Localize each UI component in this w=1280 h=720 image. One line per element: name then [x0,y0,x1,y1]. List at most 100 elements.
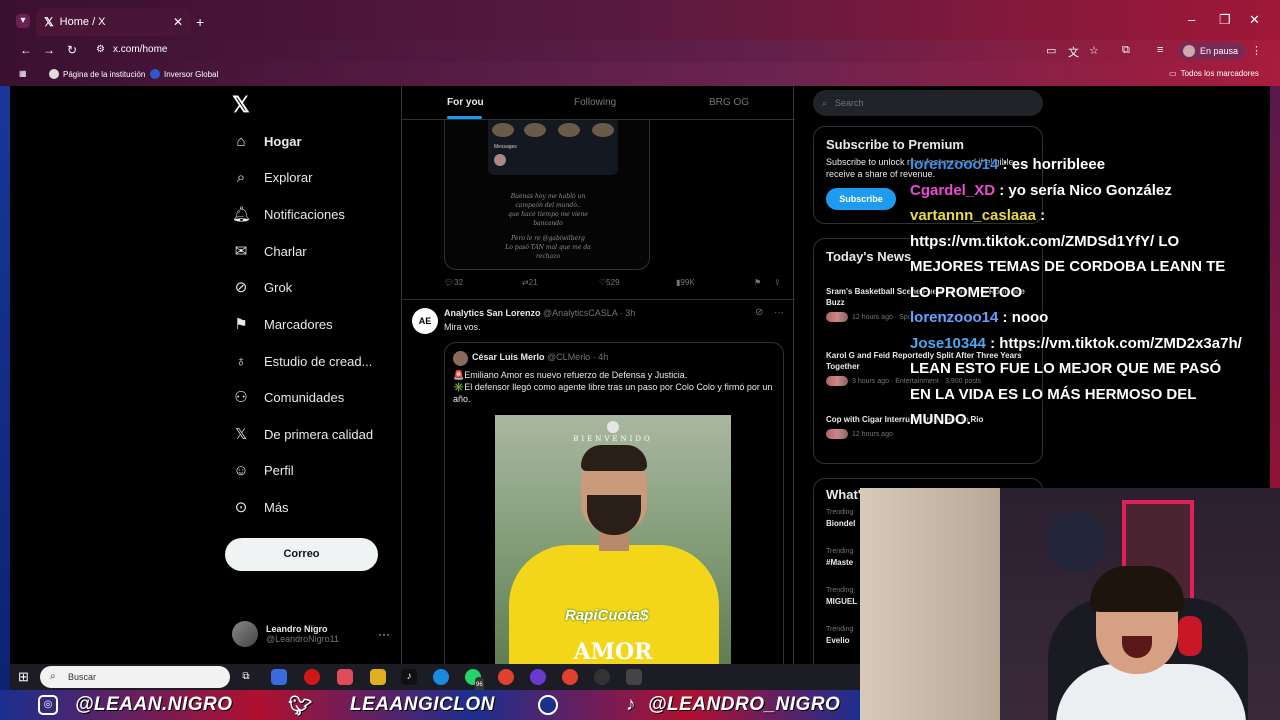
trend-item[interactable]: Trending Evelio [826,626,853,645]
media-icon[interactable]: ≡ [1157,44,1163,56]
address-bar[interactable]: x.com/home [113,44,167,55]
tab-following[interactable]: Following [574,97,616,108]
sidebar-item-communities[interactable]: ⚇ Comunidades [232,382,344,412]
chat-message: Cgardel_XD : yo sería Nico González [910,181,1172,199]
tweet-text: Mira vos. [444,322,481,332]
tab-for-you[interactable]: For you [447,97,484,108]
avatar [453,351,468,366]
bookmark-item[interactable]: Inversor Global [150,69,218,79]
windows-start-icon[interactable]: ⊞ [18,669,29,685]
taskbar-search-input[interactable]: ⌕ Buscar [40,666,230,688]
trend-item[interactable]: Trending #Maste [826,548,853,567]
maximize-button[interactable]: ❐ [1219,12,1231,28]
tweet-actions: 💬︎ 32 ⇄ 21 ♡ 529 ▮ 99K ⚑ ⇪ [444,278,784,292]
shirt-sponsor: RapiCuota$ [565,607,649,624]
instagram-icon: ◎ [38,695,58,715]
sidebar-item-grok[interactable]: ⊘ Grok [232,272,292,302]
player-name: AMOR [573,639,653,664]
sidebar-item-premium[interactable]: 𝕏 De primera calidad [232,419,373,449]
account-switcher[interactable]: Leandro Nigro @LeandroNigro11 ··· [232,621,390,647]
trend-item[interactable]: Trending Biondel [826,509,855,528]
apps-icon[interactable]: ▦ [19,69,27,78]
minimize-button[interactable]: – [1188,12,1195,27]
chrome-profile-icon[interactable] [530,669,546,685]
tiktok-icon[interactable]: ♪ [401,669,417,685]
x-logo-icon[interactable]: 𝕏 [232,92,250,118]
profile-button[interactable]: En pausa [1178,42,1247,60]
views-button[interactable]: ▮ 99K [676,278,695,287]
profile-avatar [1183,45,1195,57]
site-info-icon[interactable]: ⚙ [96,44,105,55]
instagram-handle: @LEAAN.NIGRO [75,694,233,715]
file-explorer-icon[interactable] [370,669,386,685]
bookmark-item[interactable]: Página de la institución [49,69,145,79]
translate-icon[interactable]: 文 [1068,44,1079,60]
post-button[interactable]: Correo [225,538,378,571]
sidebar-item-notifications[interactable]: 🔔︎ Notificaciones [232,199,345,229]
search-input[interactable]: ⌕ Search [813,90,1043,116]
communities-icon: ⚇ [234,389,248,406]
extensions-icon[interactable]: ⧉ [1122,44,1130,57]
avatar [826,429,848,439]
chrome-icon[interactable] [498,669,514,685]
bookmark-icon[interactable]: ⚑ [754,278,761,287]
stream-chat-overlay: lorenzooo14 : es horribleee Cgardel_XD :… [910,152,1245,433]
reply-button[interactable]: 💬︎ 32 [444,278,463,287]
quote-header: César Luis Merlo @CLMerlo · 4h [472,352,609,362]
all-bookmarks[interactable]: ▭ Todos los marcadores [1169,69,1259,78]
retweet-button[interactable]: ⇄ 21 [522,278,538,287]
timeline-tabs: For you Following BRG OG [402,86,795,120]
mail-icon: ✉ [234,243,248,260]
sidebar-item-more[interactable]: ⊙ Más [232,492,289,522]
sidebar-item-bookmarks[interactable]: ⚑ Marcadores [232,309,332,339]
grok-icon[interactable]: ⊘ [755,307,763,318]
sidebar-item-home[interactable]: ⌂ Hogar [232,126,301,156]
app-icon[interactable] [626,669,642,685]
avatar [232,621,258,647]
avatar[interactable]: AE [412,308,438,334]
close-tab-icon[interactable]: ✕ [173,15,183,29]
tweet-image[interactable]: Messages Buenas hoy me habló un campeón … [444,120,650,270]
player-poster-image[interactable]: BIENVENIDO RapiCuota$ AMOR [495,415,731,664]
cast-icon[interactable]: ▭ [1046,44,1056,57]
task-view-icon[interactable]: ⧉ [238,669,254,685]
avatar [826,376,848,386]
sidebar-item-creator-studio[interactable]: ♁ Estudio de cread... [232,346,372,376]
opera-icon[interactable] [304,669,320,685]
share-icon[interactable]: ⇪ [774,278,781,287]
subscribe-button[interactable]: Subscribe [826,188,896,210]
obs-icon[interactable] [594,669,610,685]
app-icon[interactable] [337,669,353,685]
tab-list-button[interactable]: ▾ [16,14,30,28]
sidebar-item-explore[interactable]: ⌕ Explorar [232,162,313,192]
menu-icon[interactable]: ⋮ [1251,44,1262,57]
new-tab-button[interactable]: + [196,14,204,30]
copilot-icon[interactable] [271,669,287,685]
user-name: Leandro Nigro [266,624,328,634]
chat-message: lorenzooo14 : nooo [910,309,1049,326]
more-options-icon[interactable]: ··· [774,307,784,318]
quoted-tweet[interactable]: César Luis Merlo @CLMerlo · 4h 🚨Emiliano… [444,342,784,664]
more-icon: ⊙ [234,499,248,516]
screen: ▾ 𝕏 Home / X ✕ + – ❐ ✕ ← → ↻ ⚙ x.com/hom… [0,0,1280,720]
whatsapp-icon[interactable]: 96 [465,669,484,693]
sidebar-item-messages[interactable]: ✉ Charlar [232,236,307,266]
quote-text-line-2: ✳️El defensor llegó como agente libre tr… [453,382,773,404]
back-button[interactable]: ← [20,43,32,57]
close-window-button[interactable]: ✕ [1249,12,1260,28]
browser-tab[interactable]: 𝕏 Home / X ✕ [36,8,191,36]
like-button[interactable]: ♡ 529 [599,278,620,287]
more-options-icon[interactable]: ··· [378,627,390,641]
chat-message: vartannn_caslaaa : https://vm.tiktok.com… [910,207,1226,301]
browser-tab-bar: ▾ 𝕏 Home / X ✕ + – ❐ ✕ [0,0,1280,40]
reload-button[interactable]: ↻ [67,43,77,57]
tab-brg-og[interactable]: BRG OG [709,97,749,108]
home-icon: ⌂ [236,132,246,150]
trend-item[interactable]: Trending MIGUEL [826,587,857,606]
edge-icon[interactable] [433,669,449,685]
sidebar-item-profile[interactable]: ☺ Perfil [232,455,293,485]
twitter-handle: LEAANGICLON [350,694,495,715]
star-icon[interactable]: ☆ [1089,44,1099,57]
forward-button[interactable]: → [43,43,55,57]
chrome-icon[interactable] [562,669,578,685]
